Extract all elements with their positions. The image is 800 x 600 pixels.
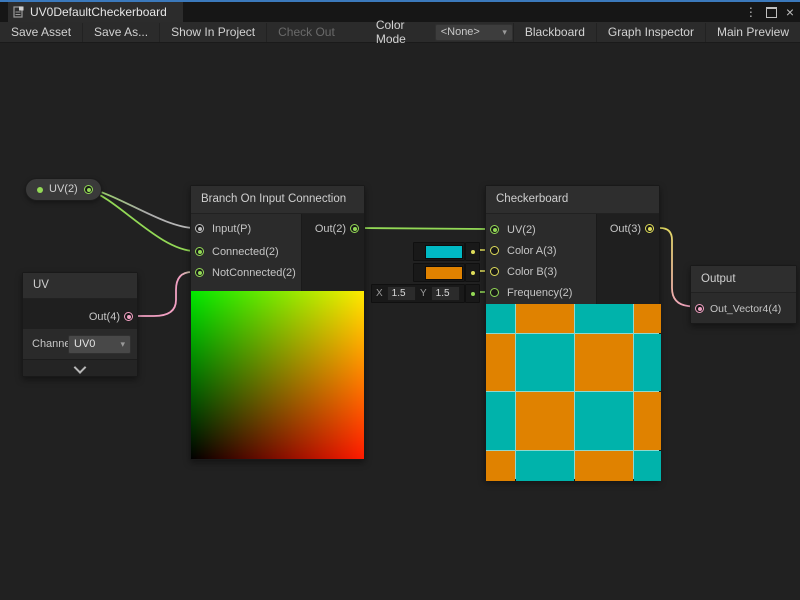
type-dot-icon — [37, 187, 43, 193]
port-label-input-p: Input(P) — [212, 222, 251, 236]
channel-label: Channe — [32, 338, 71, 350]
port-branch-out[interactable] — [350, 224, 359, 233]
chevron-down-icon: ▾ — [120, 336, 125, 353]
port-cb-color-b[interactable] — [490, 267, 499, 276]
show-in-project-button[interactable]: Show In Project — [160, 23, 267, 42]
checker-cell — [516, 304, 574, 333]
window-menu-icon[interactable]: ⋮ — [745, 2, 757, 22]
checker-cell — [486, 334, 515, 391]
save-as-button[interactable]: Save As... — [83, 23, 160, 42]
checkerboard-node-title: Checkerboard — [486, 186, 659, 214]
checker-cell — [516, 392, 574, 450]
tab-uv0defaultcheckerboard[interactable]: UV0DefaultCheckerboard — [8, 2, 183, 22]
edge-uvpill-to-input[interactable] — [87, 188, 195, 228]
frequency-connector — [465, 284, 480, 303]
window-close-icon[interactable]: × — [786, 2, 794, 22]
checker-cell — [486, 392, 515, 450]
shader-graph-icon — [13, 6, 25, 19]
toolbar: Save Asset Save As... Show In Project Ch… — [0, 22, 800, 43]
uv2-pill-label: UV(2) — [49, 183, 78, 195]
color-b-swatch[interactable] — [425, 266, 463, 280]
port-label-cb-uv: UV(2) — [507, 223, 536, 237]
port-branch-input-p[interactable] — [195, 224, 204, 233]
branch-node[interactable]: Branch On Input Connection Input(P) Conn… — [190, 185, 365, 460]
edge-uvpill-to-connected[interactable] — [87, 189, 195, 251]
channel-dropdown-value: UV0 — [74, 338, 95, 350]
checker-cell — [575, 451, 633, 481]
window-maximize-icon[interactable] — [766, 7, 777, 18]
edge-branch-to-checkerboard[interactable] — [357, 228, 485, 229]
shader-graph-window: UV(2) Branch On Input Connection Input(P… — [0, 0, 800, 600]
uv2-pill-node[interactable]: UV(2) — [25, 178, 102, 201]
port-label-branch-out: Out(2) — [315, 222, 346, 236]
color-a-field[interactable] — [413, 242, 465, 261]
checker-cell — [634, 334, 661, 391]
chevron-down-icon — [74, 361, 87, 374]
port-cb-color-a[interactable] — [490, 246, 499, 255]
connector-dot-icon — [471, 271, 475, 275]
checker-cell — [516, 334, 574, 391]
port-cb-out[interactable] — [645, 224, 654, 233]
port-label-notconnected: NotConnected(2) — [212, 266, 296, 280]
output-node[interactable]: Output Out_Vector4(4) — [690, 265, 797, 324]
port-cb-frequency[interactable] — [490, 288, 499, 297]
checker-cell — [575, 334, 633, 391]
tab-title: UV0DefaultCheckerboard — [30, 5, 167, 19]
color-mode-value: <None> — [441, 26, 480, 38]
save-asset-button[interactable]: Save Asset — [0, 23, 83, 42]
uv-node-title: UV — [23, 273, 137, 299]
freq-x-label: X — [376, 288, 383, 299]
collapse-preview-bar[interactable] — [23, 359, 137, 376]
connector-dot-icon — [471, 250, 475, 254]
port-cb-uv[interactable] — [490, 225, 499, 234]
freq-x-input[interactable]: 1.5 — [387, 286, 416, 301]
color-a-swatch[interactable] — [425, 245, 463, 259]
blackboard-button[interactable]: Blackboard — [513, 23, 596, 42]
chevron-down-icon: ▾ — [502, 27, 507, 38]
color-a-connector — [465, 242, 480, 261]
checker-cell — [575, 304, 633, 333]
port-branch-connected[interactable] — [195, 247, 204, 256]
port-label-cb-frequency: Frequency(2) — [507, 286, 572, 300]
checker-cell — [634, 451, 661, 481]
port-label-output-vector4: Out_Vector4(4) — [710, 302, 781, 316]
check-out-button: Check Out — [267, 23, 346, 42]
color-b-field[interactable] — [413, 263, 465, 282]
freq-y-label: Y — [420, 288, 427, 299]
port-output-vector4[interactable] — [695, 304, 704, 313]
checker-cell — [634, 304, 661, 333]
connector-dot-icon — [471, 292, 475, 296]
edge-uvnode-to-notconnected[interactable] — [130, 272, 196, 316]
color-mode-dropdown[interactable]: <None> ▾ — [435, 24, 513, 41]
port-uv-out4[interactable] — [124, 312, 133, 321]
main-preview-button[interactable]: Main Preview — [705, 23, 800, 42]
channel-dropdown[interactable]: UV0 ▾ — [68, 335, 131, 354]
freq-y-input[interactable]: 1.5 — [431, 286, 460, 301]
frequency-field: X 1.5 Y 1.5 — [371, 284, 465, 303]
checker-cell — [575, 392, 633, 450]
port-label-connected: Connected(2) — [212, 245, 279, 259]
checkerboard-node[interactable]: Checkerboard UV(2) Color A(3) Color B(3)… — [485, 185, 660, 480]
port-branch-notconnected[interactable] — [195, 268, 204, 277]
graph-inspector-button[interactable]: Graph Inspector — [596, 23, 705, 42]
uv-node[interactable]: UV Out(4) Channe UV0 ▾ — [22, 272, 138, 377]
checker-cell — [486, 451, 515, 481]
port-uvpill-out[interactable] — [84, 185, 93, 194]
color-mode-label: Color Mode — [376, 18, 435, 46]
checker-cell — [516, 451, 574, 481]
branch-preview-gradient — [191, 291, 364, 459]
output-node-title: Output — [691, 266, 796, 293]
port-label-cb-out: Out(3) — [610, 222, 641, 236]
checkerboard-preview — [486, 304, 659, 479]
color-b-connector — [465, 263, 480, 282]
port-label-cb-color-a: Color A(3) — [507, 244, 557, 258]
checker-cell — [486, 304, 515, 333]
port-label-uv-out4: Out(4) — [89, 310, 120, 324]
checker-cell — [634, 392, 661, 450]
branch-node-title: Branch On Input Connection — [191, 186, 364, 214]
port-label-cb-color-b: Color B(3) — [507, 265, 557, 279]
